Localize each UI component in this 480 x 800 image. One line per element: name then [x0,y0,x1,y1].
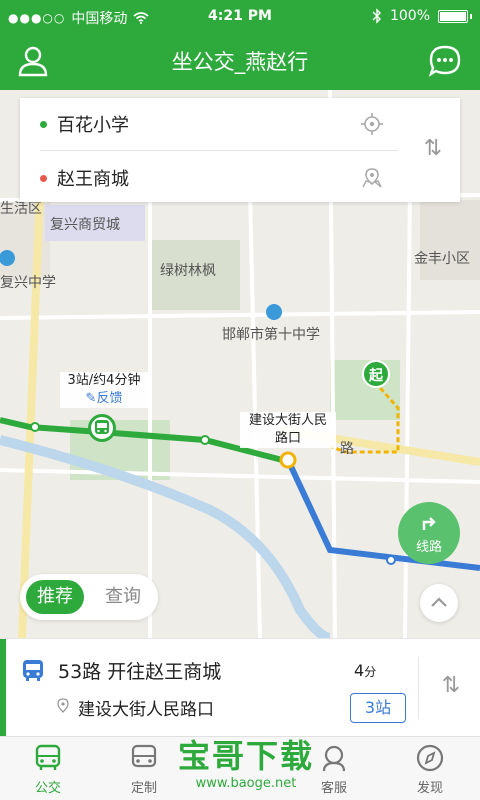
route-button[interactable]: 线路 [398,502,460,564]
tab-bus-label: 公交 [34,781,61,796]
page-title: 坐公交_燕赵行 [171,50,309,74]
destination-field[interactable]: 赵王商城 [20,152,400,204]
route-result-panel[interactable]: 53路 开往赵王商城 4分 建设大街人民路口 3站 ⇅ [0,638,480,737]
tab-service[interactable]: 客服 [304,743,364,799]
mode-toggle: 推荐 查询 [20,574,158,620]
bus-icon [95,420,109,434]
expand-button[interactable] [420,584,458,622]
route-info-tag[interactable]: 3站/约4分钟 ✎反馈 [60,372,148,408]
destination-name: 赵王商城 [57,169,129,190]
destination-dot [40,174,47,182]
line-title: 53路 开往赵王商城 [58,657,221,684]
map-label-road: 路 [340,441,354,457]
route-summary: 3站/约4分钟 [67,373,141,388]
origin-field[interactable]: 百花小学 [20,98,400,150]
tab-bus[interactable]: 公交 [18,743,78,799]
origin-name: 百花小学 [57,115,129,136]
headset-icon [322,745,346,772]
station-count-badge: 3站 [350,693,406,723]
origin-dot [40,120,47,128]
line-number: 53路 [58,661,102,683]
status-bar: ●●●○○ 中国移动 4:21 PM 100% [0,0,480,34]
result-divider [418,657,419,719]
battery-icon [438,9,468,23]
boarding-stop-callout: 建设大街人民 路口 [240,412,336,448]
bus-stop-marker[interactable] [88,414,116,442]
route-button-label: 线路 [415,540,442,555]
boarding-stop: 建设大街人民路口 [78,700,214,720]
chevron-up-icon [431,597,447,607]
stop-pin-icon [57,698,69,713]
app-header: ●●●○○ 中国移动 4:21 PM 100% 坐公交_燕赵行 [0,0,480,90]
route-search-card: 百花小学 赵王商城 ⇅ [20,98,460,202]
tab-query[interactable]: 查询 [94,580,152,614]
edit-icon: ✎ [85,391,97,406]
tab-recommend[interactable]: 推荐 [26,580,84,614]
route-turn-icon [422,517,436,530]
tab-custom[interactable]: 定制 [114,743,174,799]
bluetooth-icon [372,8,381,24]
swap-stops-button[interactable]: ⇅ [418,136,448,164]
locate-icon[interactable] [360,112,384,136]
eta-unit: 分 [364,665,377,679]
feedback-link[interactable]: ✎反馈 [60,390,148,408]
map-label-jinfeng: 金丰小区 [414,251,470,267]
map-pin-icon[interactable] [360,166,384,190]
bus-tab-icon [35,744,61,770]
bottom-tab-bar: 公交 定制 客服 发现 [0,736,480,800]
map-label-fuxing-mall: 复兴商贸城 [50,217,120,233]
messages-button[interactable] [428,44,462,78]
bus-line-icon [23,660,43,681]
custom-bus-icon [131,744,157,768]
card-divider [40,150,398,151]
line-direction: 开往赵王商城 [107,661,222,683]
result-accent-bar [0,639,6,737]
swap-icon: ⇅ [423,136,443,161]
tab-service-label: 客服 [320,781,347,796]
start-marker[interactable]: 起 [362,360,390,388]
map-label-fuxing-school: 复兴中学 [0,275,56,291]
swap-icon: ⇅ [441,673,461,698]
map-label-lvshu: 绿树林枫 [160,263,216,279]
tab-discover-label: 发现 [416,781,443,796]
chat-bubble-icon [428,45,461,77]
battery-percent: 100% [389,8,430,24]
eta: 4分 [354,661,376,680]
eta-value: 4 [354,661,365,680]
tab-custom-label: 定制 [130,781,157,796]
compass-icon [416,744,444,772]
tab-discover[interactable]: 发现 [400,743,460,799]
battery-cap [470,13,472,19]
swap-direction-button[interactable]: ⇅ [436,673,466,703]
map-label-no10-school: 邯郸市第十中学 [222,327,320,343]
